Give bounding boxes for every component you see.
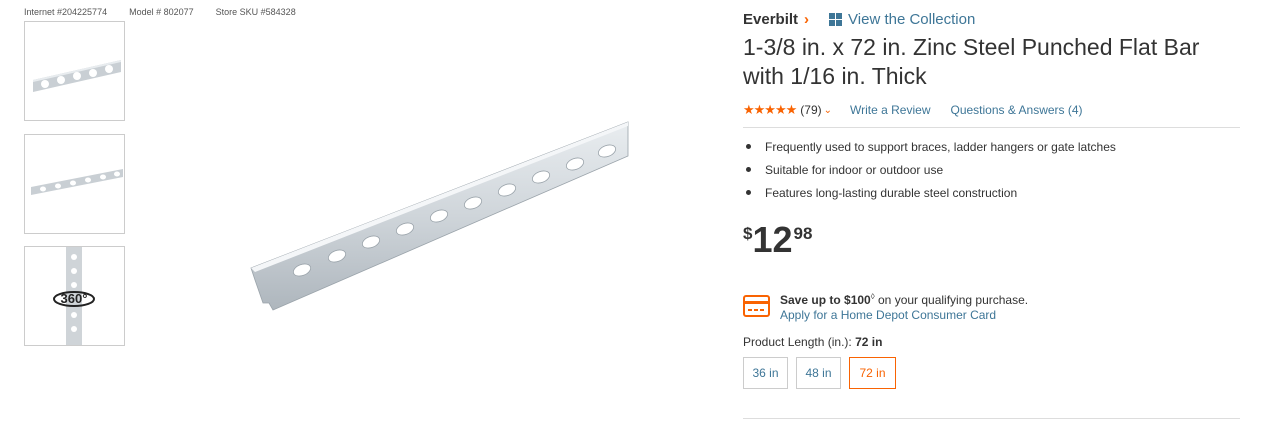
flat-bar-closeup-icon: [33, 60, 121, 92]
thumbnail-2[interactable]: [24, 134, 125, 234]
credit-card-icon: [743, 295, 770, 317]
brand-link[interactable]: Everbilt: [743, 11, 798, 28]
rating-row: ★★★★★ (79) ⌄ Write a Review Questions & …: [743, 102, 1083, 118]
length-selected: 72 in: [855, 335, 883, 349]
price-dollars: 12: [752, 219, 793, 260]
main-product-image[interactable]: [245, 118, 635, 323]
feature-bullet: Suitable for indoor or outdoor use: [743, 163, 1116, 186]
divider: [743, 418, 1240, 419]
rating-stars[interactable]: ★★★★★: [743, 102, 797, 118]
chevron-down-icon[interactable]: ⌄: [824, 105, 832, 116]
brand-row: Everbilt › View the Collection: [743, 11, 975, 28]
questions-answers-link[interactable]: Questions & Answers (4): [950, 103, 1082, 117]
length-option-72[interactable]: 72 in: [849, 357, 896, 389]
length-label: Product Length (in.): 72 in: [743, 335, 882, 349]
write-review-link[interactable]: Write a Review: [850, 103, 930, 117]
360-view-icon: 360°: [53, 247, 95, 345]
price: $ 12 98: [743, 221, 812, 259]
product-identifiers: Internet #204225774 Model # 802077 Store…: [24, 7, 318, 17]
model-number: Model # 802077: [129, 7, 194, 17]
length-label-text: Product Length (in.):: [743, 335, 852, 349]
chevron-right-icon: ›: [804, 11, 810, 28]
length-option-36[interactable]: 36 in: [743, 357, 788, 389]
review-count[interactable]: (79): [800, 103, 821, 117]
length-option-48[interactable]: 48 in: [796, 357, 841, 389]
promo-headline: Save up to $100: [780, 293, 871, 307]
price-currency: $: [743, 224, 753, 243]
apply-card-link[interactable]: Apply for a Home Depot Consumer Card: [780, 308, 1028, 322]
length-options: 36 in 48 in 72 in: [743, 357, 904, 389]
360-label: 360°: [61, 291, 88, 306]
flat-bar-angle-icon: [31, 169, 123, 195]
feature-bullets: Frequently used to support braces, ladde…: [743, 140, 1116, 209]
view-collection-label: View the Collection: [848, 11, 976, 28]
view-collection-link[interactable]: View the Collection: [829, 11, 975, 28]
credit-card-promo: Save up to $100◊ on your qualifying purc…: [743, 292, 1028, 322]
feature-bullet: Features long-lasting durable steel cons…: [743, 186, 1116, 209]
thumbnail-1[interactable]: [24, 21, 125, 121]
feature-bullet: Frequently used to support braces, ladde…: [743, 140, 1116, 163]
store-sku: Store SKU #584328: [215, 7, 296, 17]
divider: [743, 127, 1240, 128]
promo-rest: on your qualifying purchase.: [874, 293, 1029, 307]
product-title: 1-3/8 in. x 72 in. Zinc Steel Punched Fl…: [743, 34, 1200, 89]
thumbnail-360[interactable]: 360°: [24, 246, 125, 346]
flat-bar-image: [250, 121, 629, 311]
internet-number: Internet #204225774: [24, 7, 108, 17]
price-cents: 98: [793, 224, 813, 243]
grid-icon: [829, 13, 843, 26]
